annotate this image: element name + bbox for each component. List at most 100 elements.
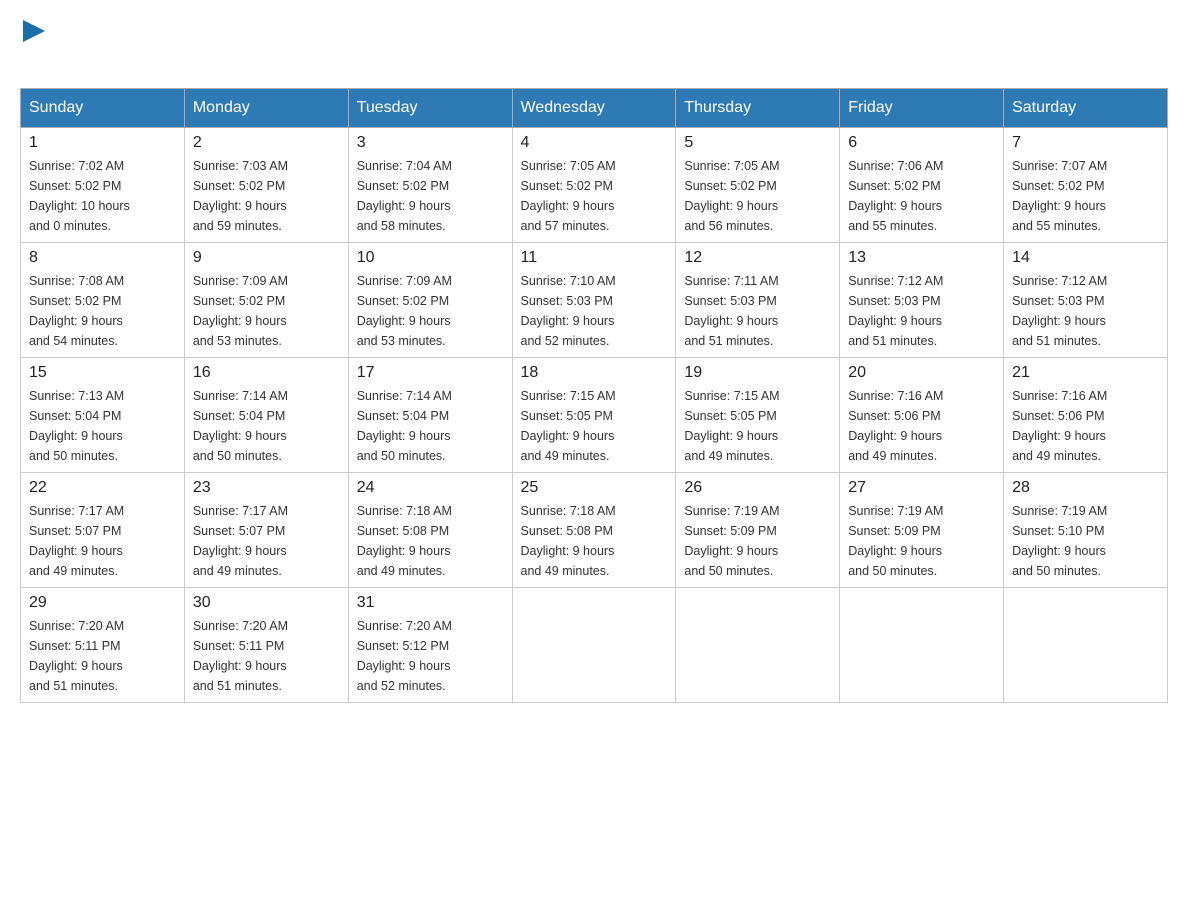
day-number: 30 [193, 594, 340, 612]
calendar-cell: 18 Sunrise: 7:15 AMSunset: 5:05 PMDayligh… [512, 358, 676, 473]
day-info: Sunrise: 7:06 AMSunset: 5:02 PMDaylight:… [848, 156, 995, 236]
day-info: Sunrise: 7:14 AMSunset: 5:04 PMDaylight:… [357, 386, 504, 466]
day-number: 13 [848, 249, 995, 267]
day-number: 23 [193, 479, 340, 497]
day-info: Sunrise: 7:12 AMSunset: 5:03 PMDaylight:… [1012, 271, 1159, 351]
day-info: Sunrise: 7:11 AMSunset: 5:03 PMDaylight:… [684, 271, 831, 351]
day-info: Sunrise: 7:18 AMSunset: 5:08 PMDaylight:… [521, 501, 668, 581]
day-number: 9 [193, 249, 340, 267]
calendar-cell: 4 Sunrise: 7:05 AMSunset: 5:02 PMDaylight… [512, 128, 676, 243]
calendar-cell: 2 Sunrise: 7:03 AMSunset: 5:02 PMDaylight… [184, 128, 348, 243]
header-wednesday: Wednesday [512, 89, 676, 128]
calendar-cell: 21 Sunrise: 7:16 AMSunset: 5:06 PMDayligh… [1004, 358, 1168, 473]
calendar-cell: 20 Sunrise: 7:16 AMSunset: 5:06 PMDayligh… [840, 358, 1004, 473]
calendar-cell: 1 Sunrise: 7:02 AMSunset: 5:02 PMDaylight… [21, 128, 185, 243]
day-info: Sunrise: 7:08 AMSunset: 5:02 PMDaylight:… [29, 271, 176, 351]
day-info: Sunrise: 7:02 AMSunset: 5:02 PMDaylight:… [29, 156, 176, 236]
day-info: Sunrise: 7:17 AMSunset: 5:07 PMDaylight:… [29, 501, 176, 581]
day-number: 31 [357, 594, 504, 612]
day-info: Sunrise: 7:07 AMSunset: 5:02 PMDaylight:… [1012, 156, 1159, 236]
logo [20, 20, 45, 68]
calendar-cell: 28 Sunrise: 7:19 AMSunset: 5:10 PMDayligh… [1004, 473, 1168, 588]
day-info: Sunrise: 7:20 AMSunset: 5:12 PMDaylight:… [357, 616, 504, 696]
calendar-header-row: SundayMondayTuesdayWednesdayThursdayFrid… [21, 89, 1168, 128]
header-friday: Friday [840, 89, 1004, 128]
day-number: 5 [684, 134, 831, 152]
day-info: Sunrise: 7:20 AMSunset: 5:11 PMDaylight:… [193, 616, 340, 696]
day-info: Sunrise: 7:05 AMSunset: 5:02 PMDaylight:… [684, 156, 831, 236]
day-info: Sunrise: 7:14 AMSunset: 5:04 PMDaylight:… [193, 386, 340, 466]
day-number: 15 [29, 364, 176, 382]
header-sunday: Sunday [21, 89, 185, 128]
day-number: 18 [521, 364, 668, 382]
calendar-week-row: 1 Sunrise: 7:02 AMSunset: 5:02 PMDaylight… [21, 128, 1168, 243]
calendar-cell: 29Sunrise: 7:20 AMSunset: 5:11 PMDayligh… [21, 588, 185, 703]
calendar-cell: 10Sunrise: 7:09 AMSunset: 5:02 PMDayligh… [348, 243, 512, 358]
day-number: 19 [684, 364, 831, 382]
calendar-cell: 13 Sunrise: 7:12 AMSunset: 5:03 PMDayligh… [840, 243, 1004, 358]
calendar-cell: 3 Sunrise: 7:04 AMSunset: 5:02 PMDaylight… [348, 128, 512, 243]
day-info: Sunrise: 7:05 AMSunset: 5:02 PMDaylight:… [521, 156, 668, 236]
calendar-cell: 30 Sunrise: 7:20 AMSunset: 5:11 PMDayligh… [184, 588, 348, 703]
calendar-cell: 17 Sunrise: 7:14 AMSunset: 5:04 PMDayligh… [348, 358, 512, 473]
day-info: Sunrise: 7:16 AMSunset: 5:06 PMDaylight:… [848, 386, 995, 466]
day-number: 8 [29, 249, 176, 267]
day-number: 25 [521, 479, 668, 497]
day-info: Sunrise: 7:19 AMSunset: 5:09 PMDaylight:… [684, 501, 831, 581]
calendar-cell [512, 588, 676, 703]
day-number: 11 [521, 249, 668, 267]
calendar-cell [1004, 588, 1168, 703]
calendar-cell: 6 Sunrise: 7:06 AMSunset: 5:02 PMDaylight… [840, 128, 1004, 243]
day-number: 28 [1012, 479, 1159, 497]
day-info: Sunrise: 7:15 AMSunset: 5:05 PMDaylight:… [521, 386, 668, 466]
calendar-week-row: 15 Sunrise: 7:13 AMSunset: 5:04 PMDayligh… [21, 358, 1168, 473]
day-info: Sunrise: 7:03 AMSunset: 5:02 PMDaylight:… [193, 156, 340, 236]
day-info: Sunrise: 7:19 AMSunset: 5:09 PMDaylight:… [848, 501, 995, 581]
day-info: Sunrise: 7:19 AMSunset: 5:10 PMDaylight:… [1012, 501, 1159, 581]
day-info: Sunrise: 7:04 AMSunset: 5:02 PMDaylight:… [357, 156, 504, 236]
day-number: 29 [29, 594, 176, 612]
calendar-week-row: 22 Sunrise: 7:17 AMSunset: 5:07 PMDayligh… [21, 473, 1168, 588]
calendar-table: SundayMondayTuesdayWednesdayThursdayFrid… [20, 88, 1168, 703]
day-number: 1 [29, 134, 176, 152]
header-saturday: Saturday [1004, 89, 1168, 128]
calendar-cell: 27Sunrise: 7:19 AMSunset: 5:09 PMDayligh… [840, 473, 1004, 588]
day-number: 26 [684, 479, 831, 497]
calendar-cell: 22 Sunrise: 7:17 AMSunset: 5:07 PMDayligh… [21, 473, 185, 588]
day-info: Sunrise: 7:13 AMSunset: 5:04 PMDaylight:… [29, 386, 176, 466]
header-monday: Monday [184, 89, 348, 128]
day-number: 22 [29, 479, 176, 497]
day-number: 10 [357, 249, 504, 267]
calendar-cell: 23 Sunrise: 7:17 AMSunset: 5:07 PMDayligh… [184, 473, 348, 588]
day-number: 20 [848, 364, 995, 382]
day-info: Sunrise: 7:10 AMSunset: 5:03 PMDaylight:… [521, 271, 668, 351]
day-info: Sunrise: 7:09 AMSunset: 5:02 PMDaylight:… [193, 271, 340, 351]
calendar-cell [840, 588, 1004, 703]
calendar-cell: 12Sunrise: 7:11 AMSunset: 5:03 PMDayligh… [676, 243, 840, 358]
day-number: 16 [193, 364, 340, 382]
calendar-cell: 7Sunrise: 7:07 AMSunset: 5:02 PMDaylight… [1004, 128, 1168, 243]
calendar-cell: 8 Sunrise: 7:08 AMSunset: 5:02 PMDaylight… [21, 243, 185, 358]
day-info: Sunrise: 7:12 AMSunset: 5:03 PMDaylight:… [848, 271, 995, 351]
day-number: 17 [357, 364, 504, 382]
day-number: 4 [521, 134, 668, 152]
calendar-cell: 5 Sunrise: 7:05 AMSunset: 5:02 PMDaylight… [676, 128, 840, 243]
calendar-cell: 14 Sunrise: 7:12 AMSunset: 5:03 PMDayligh… [1004, 243, 1168, 358]
page-header [20, 20, 1168, 68]
day-number: 6 [848, 134, 995, 152]
day-info: Sunrise: 7:16 AMSunset: 5:06 PMDaylight:… [1012, 386, 1159, 466]
calendar-cell [676, 588, 840, 703]
calendar-cell: 11 Sunrise: 7:10 AMSunset: 5:03 PMDayligh… [512, 243, 676, 358]
calendar-cell: 31 Sunrise: 7:20 AMSunset: 5:12 PMDayligh… [348, 588, 512, 703]
calendar-cell: 16 Sunrise: 7:14 AMSunset: 5:04 PMDayligh… [184, 358, 348, 473]
day-number: 21 [1012, 364, 1159, 382]
day-number: 2 [193, 134, 340, 152]
day-number: 14 [1012, 249, 1159, 267]
logo-arrow-icon [23, 20, 45, 42]
calendar-week-row: 8 Sunrise: 7:08 AMSunset: 5:02 PMDaylight… [21, 243, 1168, 358]
calendar-cell: 24Sunrise: 7:18 AMSunset: 5:08 PMDayligh… [348, 473, 512, 588]
day-info: Sunrise: 7:17 AMSunset: 5:07 PMDaylight:… [193, 501, 340, 581]
header-tuesday: Tuesday [348, 89, 512, 128]
calendar-cell: 15 Sunrise: 7:13 AMSunset: 5:04 PMDayligh… [21, 358, 185, 473]
day-number: 3 [357, 134, 504, 152]
